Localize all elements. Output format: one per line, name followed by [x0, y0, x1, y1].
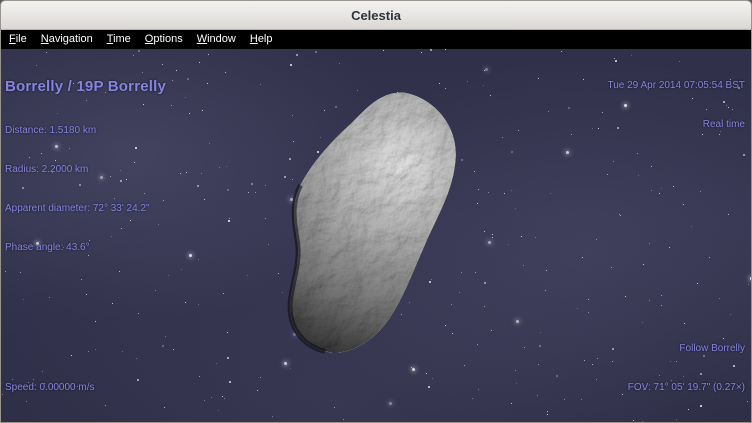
- object-radius: Radius: 2.2000 km: [5, 163, 166, 176]
- follow-mode: Follow Borrelly: [628, 342, 745, 355]
- time-mode: Real time: [607, 118, 745, 131]
- speed-readout: Speed: 0.00000 m/s: [5, 381, 95, 394]
- menu-time[interactable]: Time: [100, 30, 138, 49]
- current-datetime: Tue 29 Apr 2014 07:05:54 BST: [607, 79, 745, 92]
- object-apparent-diameter: Apparent diameter: 72° 33' 24.2": [5, 202, 166, 215]
- celestia-window: Celestia File Navigation Time Options Wi…: [0, 0, 752, 423]
- fov-readout: FOV: 71° 05' 19.7" (0.27×): [628, 381, 745, 394]
- menu-file[interactable]: File: [2, 30, 34, 49]
- hud-speed: Speed: 0.00000 m/s: [5, 355, 95, 420]
- menu-options[interactable]: Options: [138, 30, 190, 49]
- hud-time: Tue 29 Apr 2014 07:05:54 BST Real time: [607, 53, 745, 157]
- menu-navigation[interactable]: Navigation: [34, 30, 100, 49]
- hud-selected-object: Borrelly / 19P Borrelly Distance: 1.5180…: [5, 51, 166, 280]
- window-title: Celestia: [351, 8, 401, 23]
- object-distance: Distance: 1.5180 km: [5, 124, 166, 137]
- hud-status: Follow Borrelly FOV: 71° 05' 19.7" (0.27…: [628, 316, 745, 420]
- menu-help[interactable]: Help: [243, 30, 280, 49]
- menubar: File Navigation Time Options Window Help: [1, 30, 751, 49]
- space-viewport[interactable]: Borrelly / 19P Borrelly Distance: 1.5180…: [1, 49, 751, 422]
- object-phase-angle: Phase angle: 43.6°: [5, 241, 166, 254]
- window-titlebar[interactable]: Celestia: [1, 1, 751, 30]
- menu-window[interactable]: Window: [190, 30, 243, 49]
- selected-object-name: Borrelly / 19P Borrelly: [5, 77, 166, 97]
